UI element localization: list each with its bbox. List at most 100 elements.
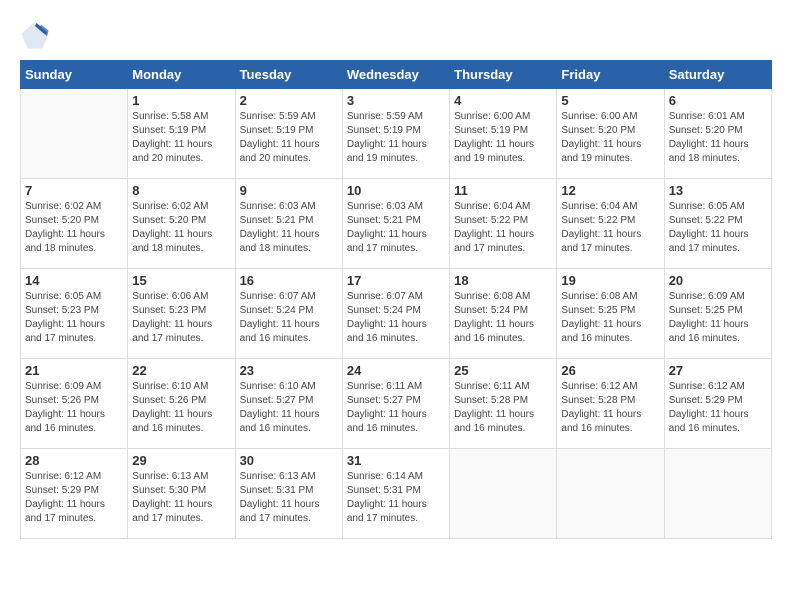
weekday-header-thursday: Thursday [450,61,557,89]
calendar-week-row: 28 Sunrise: 6:12 AM Sunset: 5:29 PM Dayli… [21,449,772,539]
day-number: 28 [25,453,123,468]
day-info: Sunrise: 6:00 AM Sunset: 5:20 PM Dayligh… [561,110,659,166]
day-number: 15 [132,273,230,288]
day-info: Sunrise: 6:13 AM Sunset: 5:31 PM Dayligh… [240,470,338,526]
day-number: 12 [561,183,659,198]
day-number: 24 [347,363,445,378]
day-number: 3 [347,93,445,108]
day-number: 31 [347,453,445,468]
day-number: 23 [240,363,338,378]
calendar-cell: 1 Sunrise: 5:58 AM Sunset: 5:19 PM Daylig… [128,89,235,179]
calendar-week-row: 21 Sunrise: 6:09 AM Sunset: 5:26 PM Dayli… [21,359,772,449]
calendar-cell: 26 Sunrise: 6:12 AM Sunset: 5:28 PM Dayli… [557,359,664,449]
calendar-cell: 11Sunrise: 6:04 AM Sunset: 5:22 PM Dayli… [450,179,557,269]
calendar-cell: 18 Sunrise: 6:08 AM Sunset: 5:24 PM Dayli… [450,269,557,359]
calendar-cell [664,449,771,539]
day-info: Sunrise: 6:10 AM Sunset: 5:26 PM Dayligh… [132,380,230,436]
calendar-cell: 14 Sunrise: 6:05 AM Sunset: 5:23 PM Dayli… [21,269,128,359]
calendar-cell: 22 Sunrise: 6:10 AM Sunset: 5:26 PM Dayli… [128,359,235,449]
day-info: Sunrise: 6:02 AM Sunset: 5:20 PM Dayligh… [25,200,123,256]
day-info: Sunrise: 6:05 AM Sunset: 5:22 PM Dayligh… [669,200,767,256]
day-number: 17 [347,273,445,288]
day-number: 9 [240,183,338,198]
day-number: 20 [669,273,767,288]
calendar-cell: 8 Sunrise: 6:02 AM Sunset: 5:20 PM Daylig… [128,179,235,269]
logo [20,20,54,50]
calendar-cell: 31 Sunrise: 6:14 AM Sunset: 5:31 PM Dayli… [342,449,449,539]
weekday-header-sunday: Sunday [21,61,128,89]
day-number: 13 [669,183,767,198]
day-number: 1 [132,93,230,108]
day-number: 30 [240,453,338,468]
day-number: 16 [240,273,338,288]
calendar-cell: 13 Sunrise: 6:05 AM Sunset: 5:22 PM Dayli… [664,179,771,269]
calendar-cell: 9Sunrise: 6:03 AM Sunset: 5:21 PM Daylig… [235,179,342,269]
weekday-header-wednesday: Wednesday [342,61,449,89]
day-number: 5 [561,93,659,108]
page-header [20,20,772,50]
day-number: 8 [132,183,230,198]
day-info: Sunrise: 6:09 AM Sunset: 5:26 PM Dayligh… [25,380,123,436]
calendar-week-row: 1 Sunrise: 5:58 AM Sunset: 5:19 PM Daylig… [21,89,772,179]
day-info: Sunrise: 6:12 AM Sunset: 5:29 PM Dayligh… [25,470,123,526]
calendar-cell: 24Sunrise: 6:11 AM Sunset: 5:27 PM Dayli… [342,359,449,449]
calendar-cell: 19 Sunrise: 6:08 AM Sunset: 5:25 PM Dayli… [557,269,664,359]
calendar-cell: 4 Sunrise: 6:00 AM Sunset: 5:19 PM Daylig… [450,89,557,179]
day-info: Sunrise: 5:58 AM Sunset: 5:19 PM Dayligh… [132,110,230,166]
calendar-week-row: 14 Sunrise: 6:05 AM Sunset: 5:23 PM Dayli… [21,269,772,359]
calendar-cell: 2 Sunrise: 5:59 AM Sunset: 5:19 PM Daylig… [235,89,342,179]
day-number: 29 [132,453,230,468]
day-info: Sunrise: 6:02 AM Sunset: 5:20 PM Dayligh… [132,200,230,256]
day-number: 2 [240,93,338,108]
day-number: 25 [454,363,552,378]
day-number: 11 [454,183,552,198]
day-number: 6 [669,93,767,108]
calendar-cell: 23 Sunrise: 6:10 AM Sunset: 5:27 PM Dayli… [235,359,342,449]
calendar-cell: 12 Sunrise: 6:04 AM Sunset: 5:22 PM Dayli… [557,179,664,269]
day-info: Sunrise: 6:10 AM Sunset: 5:27 PM Dayligh… [240,380,338,436]
day-info: Sunrise: 6:12 AM Sunset: 5:28 PM Dayligh… [561,380,659,436]
day-info: Sunrise: 6:08 AM Sunset: 5:24 PM Dayligh… [454,290,552,346]
day-number: 27 [669,363,767,378]
day-info: Sunrise: 5:59 AM Sunset: 5:19 PM Dayligh… [347,110,445,166]
calendar-cell: 6 Sunrise: 6:01 AM Sunset: 5:20 PM Daylig… [664,89,771,179]
weekday-header-row: SundayMondayTuesdayWednesdayThursdayFrid… [21,61,772,89]
calendar-cell [21,89,128,179]
day-info: Sunrise: 6:11 AM Sunset: 5:28 PM Dayligh… [454,380,552,436]
calendar-cell: 25 Sunrise: 6:11 AM Sunset: 5:28 PM Dayli… [450,359,557,449]
day-info: Sunrise: 6:01 AM Sunset: 5:20 PM Dayligh… [669,110,767,166]
calendar-cell: 21 Sunrise: 6:09 AM Sunset: 5:26 PM Dayli… [21,359,128,449]
day-info: Sunrise: 6:06 AM Sunset: 5:23 PM Dayligh… [132,290,230,346]
day-number: 18 [454,273,552,288]
weekday-header-monday: Monday [128,61,235,89]
calendar-cell: 7 Sunrise: 6:02 AM Sunset: 5:20 PM Daylig… [21,179,128,269]
day-info: Sunrise: 6:13 AM Sunset: 5:30 PM Dayligh… [132,470,230,526]
day-info: Sunrise: 5:59 AM Sunset: 5:19 PM Dayligh… [240,110,338,166]
day-info: Sunrise: 6:09 AM Sunset: 5:25 PM Dayligh… [669,290,767,346]
day-info: Sunrise: 6:07 AM Sunset: 5:24 PM Dayligh… [240,290,338,346]
day-info: Sunrise: 6:05 AM Sunset: 5:23 PM Dayligh… [25,290,123,346]
day-info: Sunrise: 6:03 AM Sunset: 5:21 PM Dayligh… [347,200,445,256]
day-info: Sunrise: 6:14 AM Sunset: 5:31 PM Dayligh… [347,470,445,526]
day-number: 19 [561,273,659,288]
calendar-cell: 16 Sunrise: 6:07 AM Sunset: 5:24 PM Dayli… [235,269,342,359]
day-number: 4 [454,93,552,108]
calendar-cell: 17Sunrise: 6:07 AM Sunset: 5:24 PM Dayli… [342,269,449,359]
day-info: Sunrise: 6:00 AM Sunset: 5:19 PM Dayligh… [454,110,552,166]
logo-icon [20,20,50,50]
weekday-header-tuesday: Tuesday [235,61,342,89]
calendar-cell: 29 Sunrise: 6:13 AM Sunset: 5:30 PM Dayli… [128,449,235,539]
day-number: 22 [132,363,230,378]
day-number: 26 [561,363,659,378]
day-info: Sunrise: 6:12 AM Sunset: 5:29 PM Dayligh… [669,380,767,436]
day-number: 14 [25,273,123,288]
calendar-cell: 15 Sunrise: 6:06 AM Sunset: 5:23 PM Dayli… [128,269,235,359]
day-info: Sunrise: 6:08 AM Sunset: 5:25 PM Dayligh… [561,290,659,346]
day-number: 7 [25,183,123,198]
calendar-week-row: 7 Sunrise: 6:02 AM Sunset: 5:20 PM Daylig… [21,179,772,269]
day-info: Sunrise: 6:04 AM Sunset: 5:22 PM Dayligh… [561,200,659,256]
weekday-header-friday: Friday [557,61,664,89]
calendar-cell: 5 Sunrise: 6:00 AM Sunset: 5:20 PM Daylig… [557,89,664,179]
calendar-cell: 27 Sunrise: 6:12 AM Sunset: 5:29 PM Dayli… [664,359,771,449]
day-number: 21 [25,363,123,378]
